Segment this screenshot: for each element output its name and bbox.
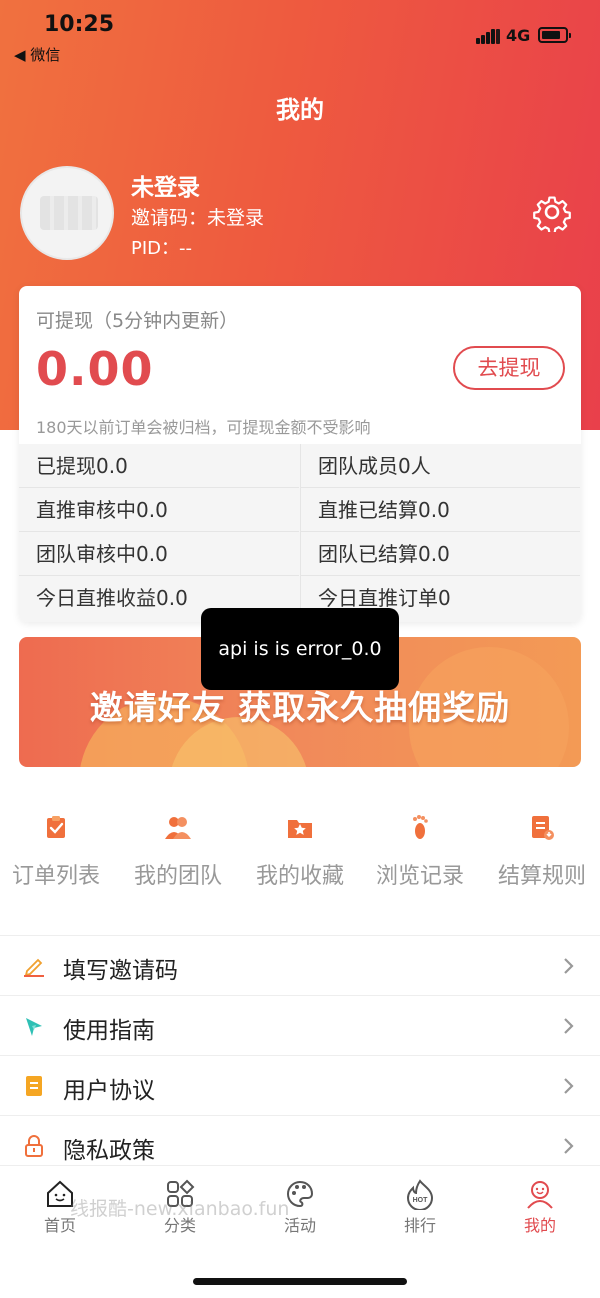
quick-label: 结算规则 xyxy=(497,864,586,889)
quick-item-team[interactable]: 我的团队 xyxy=(118,812,238,890)
archive-note: 180天以前订单会被归档，可提现金额不受影响 xyxy=(36,418,371,437)
document-icon xyxy=(26,1076,42,1096)
list-item-invite-code[interactable]: 填写邀请码 xyxy=(0,935,600,995)
status-bar: 10:25 ◀ 微信 4G xyxy=(0,0,600,70)
quick-label: 我的收藏 xyxy=(255,864,344,889)
list-item-label: 填写邀请码 xyxy=(63,958,178,984)
hot-icon: HOT xyxy=(406,1179,434,1210)
tab-mine[interactable]: 我的 xyxy=(480,1178,600,1236)
tab-label: 排行 xyxy=(403,1216,436,1235)
quick-label: 我的团队 xyxy=(133,864,222,889)
quick-item-orders[interactable]: 订单列表 xyxy=(0,812,116,890)
signal-icon xyxy=(476,28,500,44)
page-title: 我的 xyxy=(276,96,324,124)
quick-item-favorites[interactable]: 我的收藏 xyxy=(240,812,360,890)
invite-code: 邀请码：未登录 xyxy=(131,207,265,229)
quick-item-settlement[interactable]: 结算规则 xyxy=(482,812,600,890)
battery-level xyxy=(542,31,560,39)
withdrawable-label: 可提现（5分钟内更新） xyxy=(36,310,239,332)
clipboard-check-icon xyxy=(47,816,65,838)
watermark: 线报酷-new.xianbao.fun xyxy=(70,1198,290,1220)
team-icon xyxy=(165,817,191,839)
home-indicator[interactable] xyxy=(193,1278,407,1285)
menu-list: 填写邀请码 使用指南 用户协议 隐私政策 xyxy=(0,935,600,1175)
list-item-guide[interactable]: 使用指南 xyxy=(0,995,600,1055)
list-item-user-agreement[interactable]: 用户协议 xyxy=(0,1055,600,1115)
quick-label: 浏览记录 xyxy=(375,864,464,889)
list-item-label: 用户协议 xyxy=(63,1078,155,1104)
tab-ranking[interactable]: HOT 排行 xyxy=(360,1178,480,1236)
user-icon xyxy=(527,1181,553,1209)
stat-direct-settled: 直推已结算0.0 xyxy=(300,488,580,532)
stat-withdrawn: 已提现0.0 xyxy=(19,444,299,488)
error-toast: api is is error_0.0 xyxy=(201,608,399,690)
stat-direct-pending: 直推审核中0.0 xyxy=(19,488,299,532)
avatar[interactable] xyxy=(20,166,114,260)
lock-icon xyxy=(25,1135,43,1157)
withdraw-button[interactable]: 去提现 xyxy=(453,346,565,390)
gear-icon[interactable] xyxy=(532,192,572,232)
user-name[interactable]: 未登录 xyxy=(131,168,200,202)
footprint-icon xyxy=(413,815,428,839)
tab-bar: 首页 分类 活动 HOT 排行 我的 线报酷-new.xianbao.fun xyxy=(0,1165,600,1298)
back-to-wechat-link[interactable]: ◀ 微信 xyxy=(14,44,60,65)
pencil-icon xyxy=(24,958,44,977)
compass-icon xyxy=(26,1018,42,1036)
chevron-right-icon xyxy=(564,958,574,974)
stat-team-settled: 团队已结算0.0 xyxy=(300,532,580,576)
stat-team-pending: 团队审核中0.0 xyxy=(19,532,299,576)
pid-text: PID：-- xyxy=(131,238,193,259)
chevron-right-icon xyxy=(564,1078,574,1094)
wallet-card: 可提现（5分钟内更新） 0.00 去提现 180天以前订单会被归档，可提现金额不… xyxy=(19,286,581,622)
svg-text:HOT: HOT xyxy=(413,1197,429,1204)
quick-label: 订单列表 xyxy=(11,864,100,889)
status-time: 10:25 xyxy=(44,12,115,37)
quick-menu: 订单列表 我的团队 我的收藏 浏览记录 结算规则 xyxy=(0,812,600,892)
network-type: 4G xyxy=(506,26,531,45)
tab-label: 我的 xyxy=(523,1216,556,1235)
settlement-icon xyxy=(532,816,554,840)
stat-team-members: 团队成员0人 xyxy=(300,444,580,488)
star-folder-icon xyxy=(288,820,312,838)
battery-icon xyxy=(538,27,571,43)
stats-grid: 已提现0.0 团队成员0人 直推审核中0.0 直推已结算0.0 团队审核中0.0… xyxy=(19,444,581,622)
withdrawable-amount: 0.00 xyxy=(36,342,154,396)
list-item-label: 使用指南 xyxy=(63,1018,155,1044)
quick-item-history[interactable]: 浏览记录 xyxy=(360,812,480,890)
chevron-right-icon xyxy=(564,1138,574,1154)
list-item-label: 隐私政策 xyxy=(63,1138,155,1164)
chevron-right-icon xyxy=(564,1018,574,1034)
